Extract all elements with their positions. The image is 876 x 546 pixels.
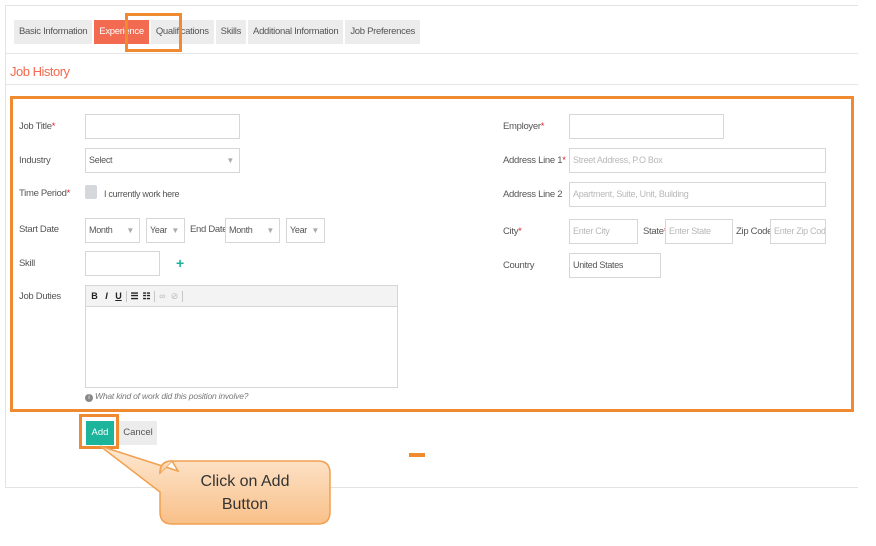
callout-text: Click on Add Button — [160, 470, 330, 516]
callout-line-2: Button — [221, 496, 269, 513]
callout-bubble — [99, 445, 331, 525]
callout-line-1: Click on Add — [200, 473, 290, 490]
